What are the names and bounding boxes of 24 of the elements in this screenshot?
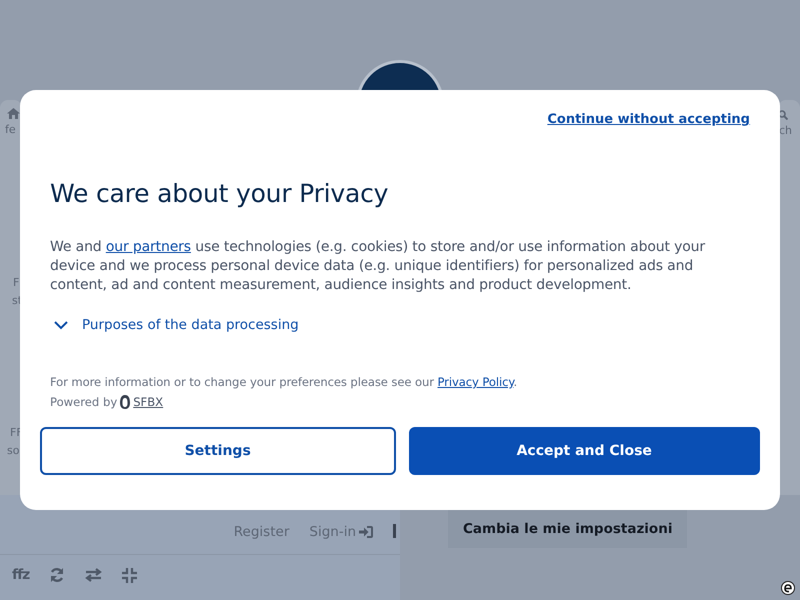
home-icon	[7, 108, 20, 119]
privacy-policy-link[interactable]: Privacy Policy	[438, 375, 514, 389]
powered-by-text: Powered by	[50, 395, 118, 409]
swap-arrows-icon[interactable]	[85, 568, 102, 582]
sign-in-icon	[359, 526, 373, 538]
purposes-toggle[interactable]: Purposes of the data processing	[82, 317, 299, 333]
dialog-title: We care about your Privacy	[50, 179, 390, 208]
change-settings-button[interactable]: Cambia le mie impostazioni	[448, 510, 688, 548]
cut-off-label: ch	[778, 124, 792, 137]
cut-off-label: F	[13, 275, 20, 291]
chevron-icon[interactable]	[54, 320, 68, 330]
partners-link[interactable]: our partners	[106, 239, 191, 255]
refresh-icon[interactable]	[49, 567, 66, 583]
search-icon[interactable]	[778, 110, 788, 120]
compress-icon[interactable]	[122, 568, 138, 582]
edge-badge-icon	[781, 581, 795, 595]
privacy-description: We and our partners use technologies (e.g. cookies) to store and/or use information about your device and we process personal device data (e.g. unique identifiers) for personalized ads and content, ad and content measurement, audience insights and product development.	[50, 238, 706, 295]
settings-button[interactable]: Settings	[40, 427, 396, 475]
cut-off-label: fe	[5, 123, 16, 136]
sfbx-link[interactable]: SFBX	[133, 395, 164, 409]
privacy-info-text: For more information or to change your preferences please see our Privacy Policy.	[50, 375, 518, 389]
accept-button[interactable]: Accept and Close	[408, 427, 760, 475]
continue-without-accepting-link[interactable]: Continue without accepting	[547, 112, 750, 127]
cut-off-label: so	[7, 443, 20, 459]
